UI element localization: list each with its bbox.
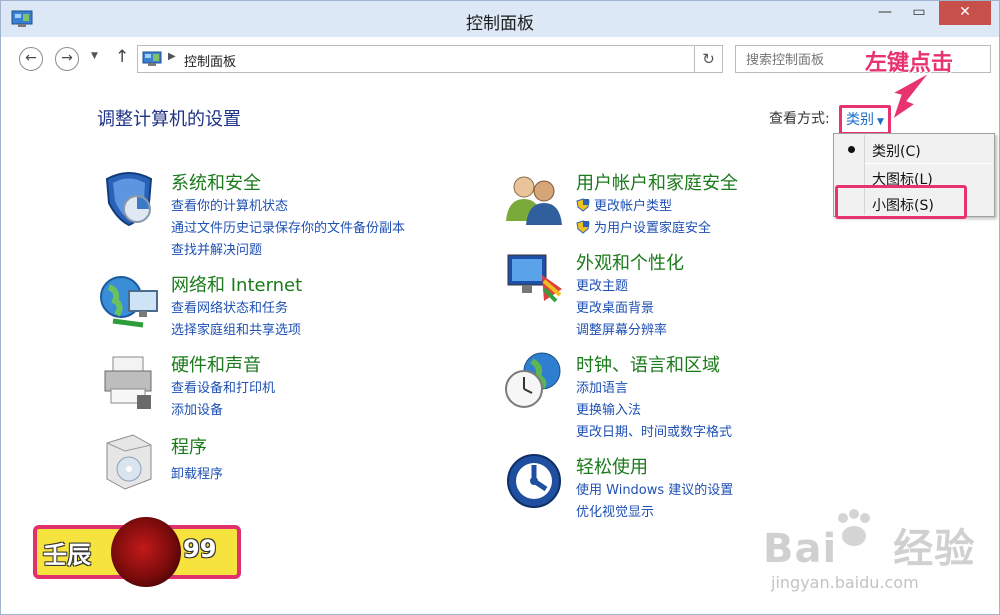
link[interactable]: 更改帐户类型 [576, 195, 672, 214]
category-title[interactable]: 程序 [171, 433, 207, 459]
close-button[interactable]: ✕ [939, 1, 991, 25]
small-icons-highlight-box [835, 185, 967, 219]
link[interactable]: 选择家庭组和共享选项 [171, 319, 301, 338]
up-button[interactable]: ↑ [115, 47, 129, 67]
selected-bullet-icon [848, 146, 855, 153]
link[interactable]: 更改桌面背景 [576, 297, 654, 316]
printer-icon [104, 356, 152, 409]
author-badge-watermark: 壬辰 99 [33, 517, 241, 587]
link[interactable]: 优化视觉显示 [576, 501, 654, 520]
category-title[interactable]: 外观和个性化 [576, 249, 684, 275]
link[interactable]: 卸载程序 [171, 463, 223, 482]
category-title[interactable]: 网络和 Internet [171, 271, 302, 297]
badge-text-right: 99 [183, 535, 217, 563]
badge-text-left: 壬辰 [43, 541, 91, 569]
baidu-paw-icon [838, 509, 870, 546]
uac-shield-icon [576, 198, 590, 212]
link-label: 更改帐户类型 [594, 199, 673, 214]
network-globe-icon [100, 276, 158, 328]
link[interactable]: 查看你的计算机状态 [171, 195, 288, 214]
shield-icon [105, 172, 153, 227]
menu-item-category[interactable]: 类别(C) [834, 136, 994, 162]
link[interactable]: 更改主题 [576, 275, 628, 294]
link[interactable]: 添加设备 [171, 399, 223, 418]
breadcrumb[interactable]: 控制面板 [184, 51, 236, 70]
category-title[interactable]: 轻松使用 [576, 453, 648, 479]
window-title: 控制面板 [466, 14, 534, 34]
view-by-dropdown[interactable]: 类别 ▼ [839, 105, 891, 135]
link[interactable]: 更换输入法 [576, 399, 641, 418]
link[interactable]: 使用 Windows 建议的设置 [576, 479, 733, 498]
category-title[interactable]: 时钟、语言和区域 [576, 351, 720, 377]
view-by-label: 查看方式: [769, 111, 830, 127]
baidu-chinese: 经验 [893, 526, 976, 572]
maximize-button[interactable]: ▭ [903, 1, 935, 25]
users-icon [506, 176, 562, 225]
link[interactable]: 添加语言 [576, 377, 628, 396]
link-label: 为用户设置家庭安全 [594, 221, 712, 236]
chevron-down-icon: ▼ [877, 117, 884, 127]
ease-of-access-icon [507, 454, 561, 508]
menu-item-label: 类别(C) [872, 144, 921, 160]
control-panel-address-icon [142, 51, 162, 66]
category-title[interactable]: 系统和安全 [171, 169, 261, 195]
dragon-logo-icon [111, 517, 181, 587]
back-button[interactable]: ← [19, 47, 43, 71]
minimize-button[interactable]: — [869, 1, 901, 25]
appearance-monitor-icon [507, 254, 562, 303]
link[interactable]: 查看网络状态和任务 [171, 297, 288, 316]
uac-shield-icon [576, 220, 590, 234]
navigation-bar: ← → ▼ ↑ ▶ 控制面板 ↻ [1, 37, 999, 81]
forward-button[interactable]: → [55, 47, 79, 71]
link[interactable]: 查看设备和打印机 [171, 377, 275, 396]
view-by-selected: 类别 [846, 112, 874, 128]
link[interactable]: 调整屏幕分辨率 [576, 319, 667, 338]
link[interactable]: 通过文件历史记录保存你的文件备份副本 [171, 217, 405, 236]
category-title[interactable]: 硬件和声音 [171, 351, 261, 377]
title-bar: 控制面板 — ▭ ✕ [1, 1, 999, 37]
refresh-button[interactable]: ↻ [695, 45, 723, 73]
link[interactable]: 更改日期、时间或数字格式 [576, 421, 732, 440]
address-bar[interactable]: ▶ 控制面板 [137, 45, 695, 73]
category-title[interactable]: 用户帐户和家庭安全 [576, 169, 738, 195]
search-input[interactable] [744, 47, 868, 73]
programs-box-icon [106, 434, 152, 490]
link[interactable]: 为用户设置家庭安全 [576, 217, 711, 236]
recent-locations-button[interactable]: ▼ [91, 51, 98, 61]
page-title: 调整计算机的设置 [97, 109, 241, 130]
control-panel-window: 控制面板 — ▭ ✕ ← → ▼ ↑ ▶ 控制面板 ↻ 左键点击 调整计算机的设… [0, 0, 1000, 615]
breadcrumb-separator-icon: ▶ [168, 51, 176, 62]
clock-globe-icon [505, 352, 561, 408]
baidu-url-watermark: jingyan.baidu.com [771, 573, 919, 592]
link[interactable]: 查找并解决问题 [171, 239, 262, 258]
baidu-latin: Bai [763, 526, 838, 572]
